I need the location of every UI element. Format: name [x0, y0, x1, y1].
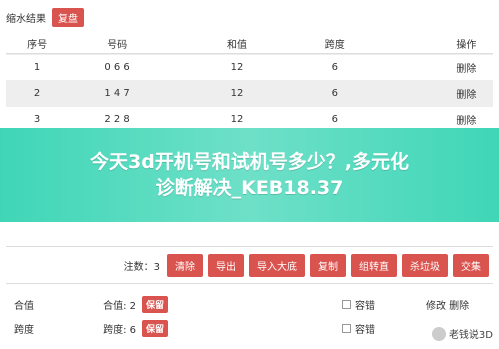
- column-header-index: 序号: [27, 40, 48, 51]
- edit-delete-links[interactable]: 修改 删除: [426, 297, 469, 312]
- row-span: 6: [331, 62, 338, 73]
- column-header-action: 操作: [456, 40, 477, 51]
- filter-conditions: 合值 合值: 2 保留 容错 修改 删除 跨度 跨度: 6 保留 容错: [6, 292, 493, 340]
- watermark-text: 老钱说3D: [448, 330, 493, 341]
- column-header-sum: 和值: [227, 40, 248, 51]
- condition-row: 跨度 跨度: 6 保留 容错: [6, 316, 493, 340]
- keep-button[interactable]: 保留: [142, 319, 169, 337]
- row-sum: 12: [230, 88, 244, 99]
- tolerance-label: 容错: [355, 300, 375, 312]
- restore-button[interactable]: 复盘: [52, 7, 84, 27]
- row-span: 6: [331, 114, 338, 125]
- table-row: 1 0 6 6 12 6 删除: [6, 54, 493, 80]
- row-span: 6: [331, 88, 338, 99]
- copy-button[interactable]: 复制: [310, 253, 346, 277]
- table-row: 2 1 4 7 12 6 删除: [6, 80, 493, 106]
- table-header: 序号 号码 和值 跨度 操作: [6, 34, 493, 54]
- row-number: 1 4 7: [104, 88, 130, 99]
- condition-value: 合值: 2: [103, 300, 136, 312]
- results-header: 缩水结果 复盘: [6, 7, 84, 27]
- tolerance-option[interactable]: 容错: [342, 297, 375, 312]
- tolerance-option[interactable]: 容错: [342, 321, 375, 336]
- export-button[interactable]: 导出: [208, 253, 244, 277]
- watermark: 老钱说3D: [431, 326, 493, 341]
- row-index: 1: [33, 62, 41, 73]
- group-to-straight-button[interactable]: 组转直: [351, 253, 397, 277]
- row-index: 2: [33, 88, 41, 99]
- clear-button[interactable]: 清除: [167, 253, 203, 277]
- import-base-button[interactable]: 导入大底: [249, 253, 305, 277]
- row-sum: 12: [230, 114, 244, 125]
- tolerance-checkbox[interactable]: [342, 323, 351, 333]
- account-avatar-icon: [431, 326, 446, 341]
- tolerance-label: 容错: [355, 324, 375, 336]
- column-header-span: 跨度: [324, 40, 345, 51]
- condition-label: 跨度: [14, 324, 34, 336]
- condition-value: 跨度: 6: [103, 324, 136, 336]
- keep-button[interactable]: 保留: [142, 295, 169, 313]
- app-window: 缩水结果 复盘 序号 号码 和值 跨度 操作 1 0 6 6 12 6 删除 2…: [0, 0, 499, 349]
- row-delete-link[interactable]: 删除: [440, 112, 493, 127]
- results-table: 序号 号码 和值 跨度 操作 1 0 6 6 12 6 删除 2 1 4 7 1…: [6, 34, 493, 132]
- results-title: 缩水结果: [6, 13, 46, 25]
- row-number: 0 6 6: [104, 62, 130, 73]
- tolerance-checkbox[interactable]: [342, 299, 351, 309]
- row-number: 2 2 8: [104, 114, 130, 125]
- intersection-button[interactable]: 交集: [453, 253, 489, 277]
- banner-title-line-2: 诊断解决_KEB18.37: [155, 177, 344, 199]
- count-label: 注数：3: [123, 261, 160, 273]
- action-toolbar: 注数：3 清除 导出 导入大底 复制 组转直 杀垃圾 交集: [6, 246, 493, 284]
- condition-label: 合值: [14, 300, 34, 312]
- row-delete-link[interactable]: 删除: [440, 86, 493, 101]
- column-header-number: 号码: [107, 40, 128, 51]
- row-sum: 12: [230, 62, 244, 73]
- title-banner: 今天3d开机号和试机号多少？,多元化 诊断解决_KEB18.37: [0, 128, 499, 222]
- row-delete-link[interactable]: 删除: [440, 60, 493, 75]
- kill-junk-button[interactable]: 杀垃圾: [402, 253, 448, 277]
- banner-title-line-1: 今天3d开机号和试机号多少？,多元化: [89, 151, 410, 173]
- condition-row: 合值 合值: 2 保留 容错 修改 删除: [6, 292, 493, 316]
- row-index: 3: [33, 114, 41, 125]
